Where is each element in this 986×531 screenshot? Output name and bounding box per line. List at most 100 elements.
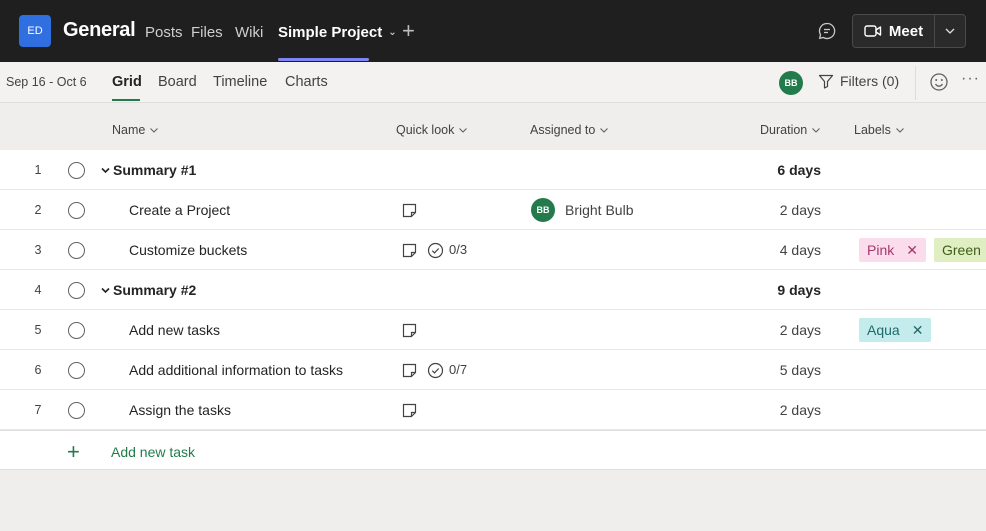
tab-files[interactable]: Files [191,24,223,41]
task-duration[interactable]: 2 days [760,402,821,418]
row-number: 3 [34,243,42,257]
chevron-down-icon [812,128,821,133]
task-duration[interactable]: 2 days [760,202,821,218]
assignee-name[interactable]: Bright Bulb [565,202,633,218]
task-name[interactable]: Add new tasks [129,322,220,338]
label-chip[interactable]: Aqua ✕ [859,318,932,342]
column-header-name[interactable]: Name [112,123,159,137]
complete-task-checkbox[interactable] [68,162,85,179]
filters-label: Filters (0) [840,73,900,89]
active-view-indicator [112,99,140,101]
more-options-icon[interactable]: ··· [961,70,980,88]
label-text: Aqua [867,322,900,338]
task-name[interactable]: Create a Project [129,202,230,218]
complete-task-checkbox[interactable] [68,282,85,299]
checklist-icon [427,242,444,259]
notes-icon[interactable] [402,403,417,418]
video-camera-icon [864,25,882,37]
team-name: General [63,19,136,41]
task-row[interactable]: 3 Customize buckets 0/3 4 days Pink ✕ Green✕ [0,230,986,270]
member-avatar[interactable]: BB [779,71,803,95]
label-text: Pink [867,242,895,258]
row-number: 2 [34,203,42,217]
task-duration[interactable]: 9 days [760,282,821,298]
label-chip[interactable]: Green✕ [934,238,986,262]
checklist-progress: 0/3 [449,242,468,257]
task-duration[interactable]: 4 days [760,242,821,258]
remove-label-icon[interactable]: ✕ [906,242,918,259]
task-name[interactable]: Add additional information to tasks [129,362,343,378]
chevron-down-icon [459,128,468,133]
remove-label-icon[interactable]: ✕ [912,322,924,339]
column-header-duration[interactable]: Duration [760,123,821,137]
task-row[interactable]: 6 Add additional information to tasks 0/7 5… [0,350,986,390]
summary-task-name[interactable]: Summary #1 [113,162,196,178]
checklist-progress: 0/7 [449,362,468,377]
task-row[interactable]: 2 Create a Project BB Bright Bulb 2 days [0,190,986,230]
notes-icon[interactable] [402,243,417,258]
column-header-labels[interactable]: Labels [854,123,905,137]
row-number: 7 [34,403,42,417]
summary-task-name[interactable]: Summary #2 [113,282,196,298]
assignee-avatar[interactable]: BB [531,198,555,222]
column-header-assigned-to[interactable]: Assigned to [530,123,609,137]
chevron-down-icon [600,128,609,133]
task-duration[interactable]: 5 days [760,362,821,378]
notes-icon[interactable] [402,203,417,218]
app-header: ED General Posts Files Wiki Simple Proje… [0,0,986,62]
task-duration[interactable]: 6 days [760,162,821,178]
task-row[interactable]: 5 Add new tasks 2 days Aqua ✕ [0,310,986,350]
filter-icon [818,74,834,89]
task-duration[interactable]: 2 days [760,322,821,338]
row-number: 1 [34,163,42,177]
meet-now-button[interactable]: Meet [853,15,935,47]
chevron-down-icon: ⌄ [388,27,397,38]
tab-wiki[interactable]: Wiki [235,24,263,41]
row-number: 5 [34,323,42,337]
complete-task-checkbox[interactable] [68,322,85,339]
tab-simple-project-label: Simple Project [278,24,383,41]
team-avatar[interactable]: ED [19,15,51,47]
chevron-down-icon [895,128,904,133]
complete-task-checkbox[interactable] [68,202,85,219]
view-tab-grid[interactable]: Grid [112,74,142,90]
label-chip[interactable]: Pink ✕ [859,238,926,262]
view-tab-charts[interactable]: Charts [285,74,328,90]
planner-toolbar: Sep 16 - Oct 6 Grid Board Timeline Chart… [0,62,986,103]
notes-icon[interactable] [402,363,417,378]
column-header-quick-look[interactable]: Quick look [396,123,468,137]
emoji-icon[interactable] [929,72,949,92]
task-name[interactable]: Assign the tasks [129,402,231,418]
summary-row[interactable]: 4 Summary #2 9 days [0,270,986,310]
task-name[interactable]: Customize buckets [129,242,247,258]
complete-task-checkbox[interactable] [68,402,85,419]
label-text: Green [942,242,981,258]
task-row[interactable]: 7 Assign the tasks 2 days [0,390,986,430]
notes-icon[interactable] [402,323,417,338]
row-number: 6 [34,363,42,377]
view-tab-timeline[interactable]: Timeline [213,74,267,90]
column-header-assigned-to-label: Assigned to [530,123,596,137]
checklist-icon [427,362,444,379]
tab-posts[interactable]: Posts [145,24,183,41]
tab-simple-project[interactable]: Simple Project ⌄ [278,24,397,41]
summary-row[interactable]: 1 Summary #1 6 days [0,150,986,190]
conversation-icon[interactable] [817,21,837,41]
active-tab-indicator [278,58,369,61]
collapse-chevron-icon[interactable] [100,285,111,296]
add-icon[interactable]: + [67,439,80,465]
column-header-duration-label: Duration [760,123,808,137]
view-tab-board[interactable]: Board [158,74,197,90]
collapse-chevron-icon[interactable] [100,165,111,176]
complete-task-checkbox[interactable] [68,362,85,379]
meet-button[interactable]: Meet [852,14,966,48]
complete-task-checkbox[interactable] [68,242,85,259]
chevron-down-icon [945,28,955,34]
add-tab-icon[interactable]: + [402,18,415,44]
toolbar-divider [915,66,916,100]
add-new-task-link[interactable]: Add new task [111,444,195,460]
meet-options-button[interactable] [935,15,965,47]
row-number: 4 [34,283,42,297]
add-task-row[interactable]: + Add new task [0,430,986,470]
filters-button[interactable]: Filters (0) [818,73,899,89]
